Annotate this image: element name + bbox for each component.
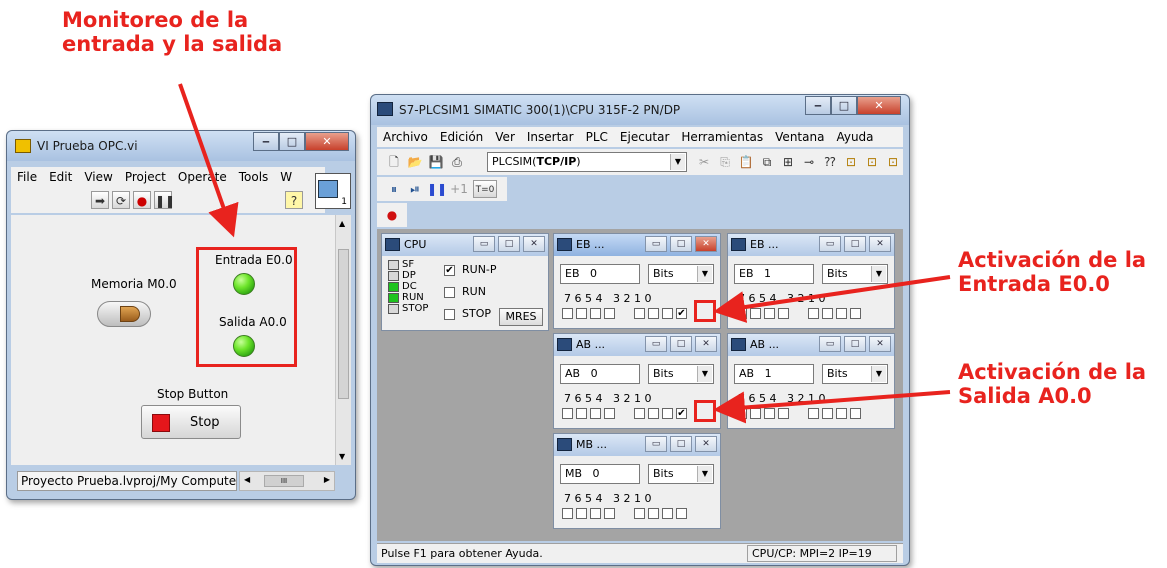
- arrow-to-input-bit: [713, 275, 951, 323]
- arrow-to-io-monitor: [178, 83, 239, 238]
- arrow-to-output-bit: [713, 390, 951, 424]
- annotation-arrows: [178, 83, 951, 424]
